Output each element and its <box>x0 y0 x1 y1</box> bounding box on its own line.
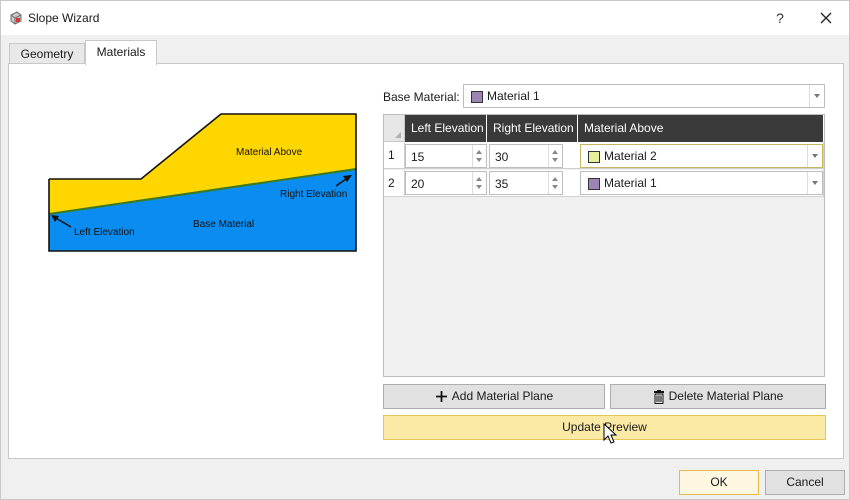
left-elevation-value: 20 <box>411 177 425 191</box>
select-all-corner[interactable] <box>384 115 405 142</box>
material-above-value: Material 1 <box>604 176 657 190</box>
material-swatch <box>588 151 600 163</box>
stepper-buttons[interactable] <box>548 172 562 194</box>
add-material-plane-button[interactable]: Add Material Plane <box>383 384 605 409</box>
column-header-material-above: Material Above <box>578 115 824 142</box>
app-icon <box>10 11 22 25</box>
base-material-label: Base Material: <box>383 90 460 104</box>
left-elevation-value: 15 <box>411 150 425 164</box>
material-swatch <box>588 178 600 190</box>
ok-button[interactable]: OK <box>679 470 759 495</box>
base-material-value: Material 1 <box>487 89 540 103</box>
column-header-left-elevation: Left Elevation <box>405 115 487 142</box>
column-header-right-elevation: Right Elevation <box>487 115 578 142</box>
material-above-dropdown[interactable]: Material 1 <box>580 171 823 195</box>
right-elevation-value: 35 <box>495 177 509 191</box>
tab-geometry[interactable]: Geometry <box>9 43 85 64</box>
label-base-material: Base Material <box>193 219 254 230</box>
delete-material-plane-label: Delete Material Plane <box>668 389 784 403</box>
title-bar: Slope Wizard ? <box>1 1 849 35</box>
close-icon[interactable] <box>813 6 839 30</box>
chevron-down-icon[interactable] <box>809 85 824 107</box>
chevron-down-icon[interactable] <box>807 145 822 167</box>
row-number: 2 <box>384 170 405 197</box>
plus-icon <box>435 391 447 403</box>
right-elevation-input[interactable]: 30 <box>489 144 563 168</box>
help-button[interactable]: ? <box>767 6 793 30</box>
stepper-buttons[interactable] <box>472 145 486 167</box>
label-right-elevation: Right Elevation <box>280 189 347 200</box>
tab-materials[interactable]: Materials <box>85 40 157 65</box>
cancel-button[interactable]: Cancel <box>765 470 845 495</box>
chevron-down-icon[interactable] <box>807 172 822 194</box>
label-material-above: Material Above <box>236 147 303 158</box>
label-left-elevation: Left Elevation <box>74 227 135 238</box>
material-planes-table: Left Elevation Right Elevation Material … <box>383 114 825 377</box>
right-elevation-input[interactable]: 35 <box>489 171 563 195</box>
row-number: 1 <box>384 142 405 169</box>
slope-preview: Material Above Right Elevation Base Mate… <box>48 113 357 252</box>
window-title: Slope Wizard <box>28 11 100 25</box>
base-material-dropdown[interactable]: Material 1 <box>463 84 825 108</box>
trash-icon <box>653 389 664 404</box>
right-elevation-value: 30 <box>495 150 509 164</box>
material-above-dropdown[interactable]: Material 2 <box>580 144 823 168</box>
mouse-cursor-icon <box>603 423 618 444</box>
left-elevation-input[interactable]: 15 <box>405 144 487 168</box>
delete-material-plane-button[interactable]: Delete Material Plane <box>610 384 826 409</box>
dialog-window: Slope Wizard ? Geometry Materials Materi… <box>0 0 850 500</box>
material-above-value: Material 2 <box>604 149 657 163</box>
stepper-buttons[interactable] <box>472 172 486 194</box>
left-elevation-input[interactable]: 20 <box>405 171 487 195</box>
add-material-plane-label: Add Material Plane <box>451 389 554 403</box>
stepper-buttons[interactable] <box>548 145 562 167</box>
material-swatch <box>471 91 483 103</box>
